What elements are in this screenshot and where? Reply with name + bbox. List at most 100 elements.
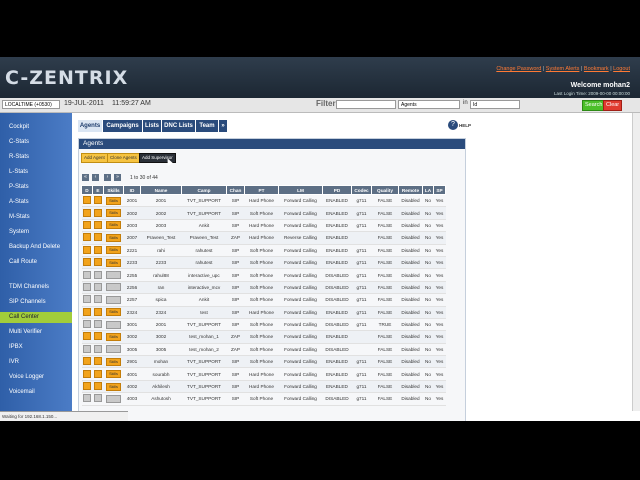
cell-name[interactable]: Akhilesh xyxy=(140,380,182,394)
delete-icon[interactable] xyxy=(83,332,91,341)
cell-name[interactable]: mohan xyxy=(140,355,182,369)
cell-name[interactable]: 2001 xyxy=(140,318,182,332)
col-d[interactable]: D xyxy=(81,185,93,195)
cell-name[interactable]: Ashutosh xyxy=(140,392,182,406)
filter-field-select[interactable]: Id xyxy=(470,100,520,109)
skills-button[interactable]: Skills xyxy=(106,209,121,218)
col-pd[interactable]: PD xyxy=(322,185,352,195)
skills-button[interactable]: Skills xyxy=(106,382,121,391)
skills-button[interactable]: Skills xyxy=(106,320,121,329)
sidebar-item-system[interactable]: System xyxy=(9,229,29,235)
edit-icon[interactable] xyxy=(94,282,102,291)
skills-button[interactable]: Skills xyxy=(106,394,121,403)
edit-icon[interactable] xyxy=(94,270,102,279)
system-alerts-link[interactable]: System Alerts xyxy=(546,66,580,72)
skills-button[interactable]: Skills xyxy=(106,283,121,292)
col-remote[interactable]: Remote xyxy=(398,185,423,195)
skills-button[interactable]: Skills xyxy=(106,295,121,304)
col-name[interactable]: Name xyxy=(140,185,182,195)
cell-name[interactable]: 2002 xyxy=(140,206,182,220)
cell-name[interactable]: 3002 xyxy=(140,330,182,344)
edit-icon[interactable] xyxy=(94,332,102,341)
prev-page-icon[interactable]: ‹ xyxy=(92,174,99,181)
sidebar-item-m-stats[interactable]: M-Stats xyxy=(9,214,30,220)
sidebar-item-backup[interactable]: Backup And Delete xyxy=(9,244,60,250)
delete-icon[interactable] xyxy=(83,196,91,205)
sidebar-item-voicemail[interactable]: Voicemail xyxy=(9,389,35,395)
skills-button[interactable]: Skills xyxy=(106,221,121,230)
timezone-select[interactable]: LOCALTIME (+0530) xyxy=(2,100,60,109)
next-page-icon[interactable]: › xyxy=(104,174,111,181)
sidebar-item-cockpit[interactable]: Cockpit xyxy=(9,124,29,130)
delete-icon[interactable] xyxy=(83,208,91,217)
sidebar-item-a-stats[interactable]: A-Stats xyxy=(9,199,29,205)
edit-icon[interactable] xyxy=(94,320,102,329)
delete-icon[interactable] xyxy=(83,320,91,329)
delete-icon[interactable] xyxy=(83,295,91,304)
skills-button[interactable]: Skills xyxy=(106,370,121,379)
skills-button[interactable]: Skills xyxy=(106,345,121,354)
tab-more[interactable]: » xyxy=(219,120,228,132)
col-chan[interactable]: Chan xyxy=(226,185,245,195)
change-password-link[interactable]: Change Password xyxy=(496,66,541,72)
cell-name[interactable]: 2324 xyxy=(140,306,182,319)
sidebar-item-multi-verifier[interactable]: Multi Verifier xyxy=(9,329,42,335)
skills-button[interactable]: Skills xyxy=(106,246,121,255)
first-page-icon[interactable]: « xyxy=(82,174,89,181)
bookmark-link[interactable]: Bookmark xyxy=(584,66,609,72)
edit-icon[interactable] xyxy=(94,245,102,254)
col-e[interactable]: E xyxy=(92,185,104,195)
edit-icon[interactable] xyxy=(94,208,102,217)
search-button[interactable]: Search xyxy=(582,100,606,111)
edit-icon[interactable] xyxy=(94,233,102,242)
cell-name[interactable]: 2003 xyxy=(140,219,182,233)
last-page-icon[interactable]: » xyxy=(114,174,121,181)
clone-agents-button[interactable]: Clone Agents xyxy=(107,153,140,163)
edit-icon[interactable] xyxy=(94,258,102,267)
tab-agents[interactable]: Agents xyxy=(78,120,103,132)
col-quality[interactable]: Quality xyxy=(371,185,399,195)
delete-icon[interactable] xyxy=(83,369,91,378)
cell-name[interactable]: ran xyxy=(140,281,182,295)
sidebar-item-voice-logger[interactable]: Voice Logger xyxy=(9,374,44,380)
logout-link[interactable]: Logout xyxy=(613,66,630,72)
cell-name[interactable]: spica xyxy=(140,293,182,307)
sidebar-item-ivr[interactable]: IVR xyxy=(9,359,19,365)
edit-icon[interactable] xyxy=(94,369,102,378)
delete-icon[interactable] xyxy=(83,382,91,391)
skills-button[interactable]: Skills xyxy=(106,357,121,366)
delete-icon[interactable] xyxy=(83,270,91,279)
col-codec[interactable]: Codec xyxy=(351,185,372,195)
delete-icon[interactable] xyxy=(83,258,91,267)
delete-icon[interactable] xyxy=(83,307,91,316)
add-agent-button[interactable]: Add Agent xyxy=(81,153,108,163)
cell-name[interactable]: Praveen_Test xyxy=(140,231,182,245)
sidebar-item-p-stats[interactable]: P-Stats xyxy=(9,184,29,190)
tab-dnc-lists[interactable]: DNC Lists xyxy=(162,120,196,132)
col-la[interactable]: LA xyxy=(422,185,434,195)
sidebar-item-c-stats[interactable]: C-Stats xyxy=(9,139,29,145)
col-lm[interactable]: LM xyxy=(278,185,323,195)
col-id[interactable]: ID xyxy=(123,185,141,195)
delete-icon[interactable] xyxy=(83,357,91,366)
edit-icon[interactable] xyxy=(94,344,102,353)
delete-icon[interactable] xyxy=(83,233,91,242)
filter-type-select[interactable]: Agents xyxy=(398,100,460,109)
delete-icon[interactable] xyxy=(83,282,91,291)
skills-button[interactable]: Skills xyxy=(106,332,121,341)
skills-button[interactable]: Skills xyxy=(106,258,121,267)
skills-button[interactable]: Skills xyxy=(106,271,121,280)
cell-name[interactable]: rahi xyxy=(140,244,182,257)
delete-icon[interactable] xyxy=(83,245,91,254)
edit-icon[interactable] xyxy=(94,196,102,205)
tab-team[interactable]: Team xyxy=(196,120,219,132)
sidebar-item-l-stats[interactable]: L-Stats xyxy=(9,169,28,175)
scrollbar[interactable] xyxy=(632,113,640,411)
cell-name[interactable]: 3005 xyxy=(140,343,182,357)
edit-icon[interactable] xyxy=(94,382,102,391)
clear-button[interactable]: Clear xyxy=(603,100,623,111)
cell-name[interactable]: sourabh xyxy=(140,367,182,381)
cell-name[interactable]: 2001 xyxy=(140,194,182,208)
sidebar-item-tdm-channels[interactable]: TDM Channels xyxy=(9,284,49,290)
filter-input[interactable] xyxy=(336,100,396,109)
